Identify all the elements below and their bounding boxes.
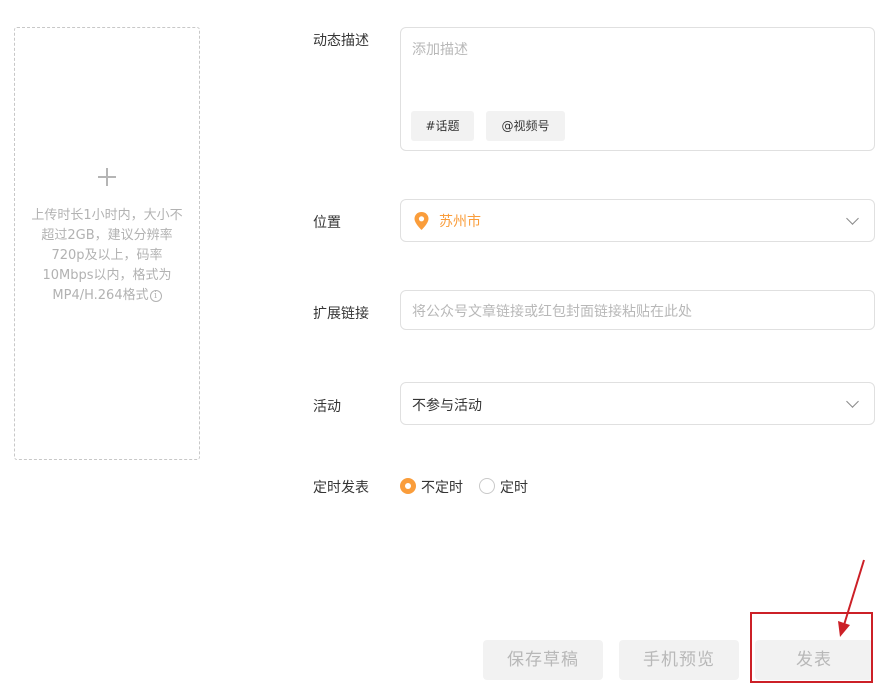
location-select[interactable]: 苏州市 — [400, 199, 875, 242]
annotation-arrow-icon — [838, 559, 865, 637]
extension-link-input[interactable]: 将公众号文章链接或红包封面链接粘贴在此处 — [400, 290, 875, 330]
video-upload-area[interactable]: 上传时长1小时内，大小不超过2GB，建议分辨率720p及以上，码率10Mbps以… — [14, 27, 200, 460]
save-draft-button[interactable]: 保存草稿 — [483, 640, 603, 680]
upload-hint-text: 上传时长1小时内，大小不超过2GB，建议分辨率720p及以上，码率10Mbps以… — [31, 208, 183, 303]
description-input[interactable]: 添加描述 #话题 @视频号 — [400, 27, 875, 151]
plus-icon — [98, 168, 116, 186]
location-label: 位置 — [313, 215, 341, 231]
chevron-down-icon — [846, 395, 859, 408]
radio-label: 不定时 — [421, 480, 463, 496]
phone-preview-button[interactable]: 手机预览 — [619, 640, 739, 680]
extension-link-label: 扩展链接 — [313, 306, 369, 322]
description-placeholder: 添加描述 — [412, 42, 468, 58]
location-value: 苏州市 — [439, 214, 481, 230]
description-label: 动态描述 — [313, 33, 369, 49]
upload-hint: 上传时长1小时内，大小不超过2GB，建议分辨率720p及以上，码率10Mbps以… — [29, 206, 185, 306]
activity-select[interactable]: 不参与活动 — [400, 382, 875, 425]
topic-tag-button[interactable]: #话题 — [411, 111, 474, 141]
activity-value: 不参与活动 — [412, 398, 482, 414]
chevron-down-icon — [846, 212, 859, 225]
info-icon[interactable]: i — [149, 290, 162, 302]
location-pin-icon — [414, 212, 429, 230]
schedule-label: 定时发表 — [313, 480, 369, 496]
channel-tag-button[interactable]: @视频号 — [486, 111, 565, 141]
extension-link-placeholder: 将公众号文章链接或红包封面链接粘贴在此处 — [412, 304, 692, 320]
radio-unchecked-icon — [479, 478, 495, 494]
publish-button[interactable]: 发表 — [755, 640, 873, 680]
radio-label: 定时 — [500, 480, 528, 496]
radio-checked-icon — [400, 478, 416, 494]
activity-label: 活动 — [313, 399, 341, 415]
